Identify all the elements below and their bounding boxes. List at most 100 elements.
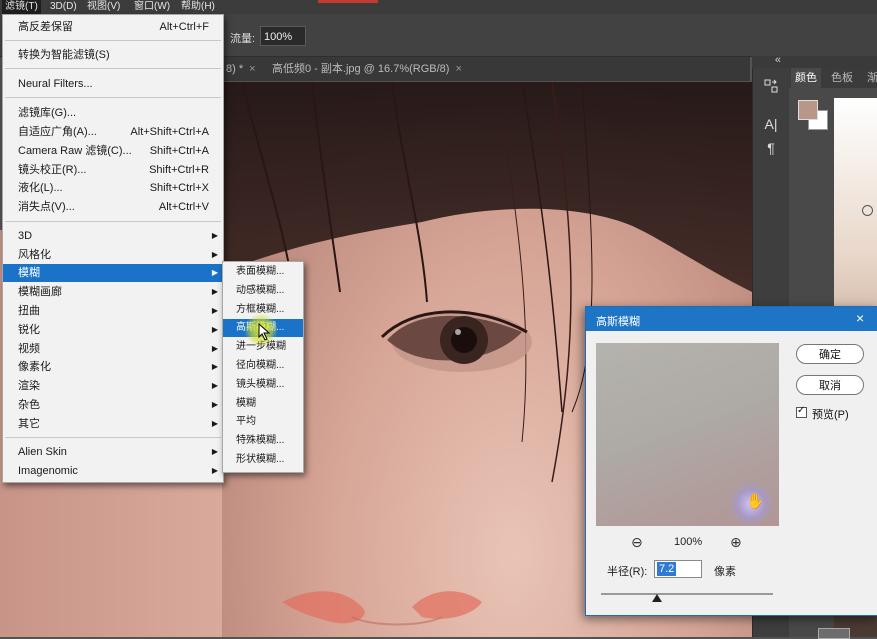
menu-item-alien-skin[interactable]: Alien Skin ▶ xyxy=(3,443,223,461)
submenu-item-shape-blur[interactable]: 形状模糊... xyxy=(223,451,303,469)
submenu-arrow-icon: ▶ xyxy=(211,344,218,353)
menu-item-label: 高反差保留 xyxy=(18,21,73,33)
submenu-item-label: 表面模糊... xyxy=(236,266,285,277)
submenu-arrow-icon: ▶ xyxy=(211,231,218,240)
history-icon[interactable] xyxy=(761,78,781,98)
submenu-item-label: 形状模糊... xyxy=(236,454,285,465)
menu-separator xyxy=(5,40,221,41)
menu-item-distort[interactable]: 扭曲 ▶ xyxy=(3,302,223,320)
submenu-item-label: 特殊模糊... xyxy=(236,435,285,446)
menu-item-adaptive-wide-angle[interactable]: 自适应广角(A)... Alt+Shift+Ctrl+A xyxy=(3,123,223,141)
menu-item-camera-raw[interactable]: Camera Raw 滤镜(C)... Shift+Ctrl+A xyxy=(3,142,223,160)
tab-gradient[interactable]: 渐 xyxy=(863,68,877,88)
gaussian-blur-dialog: 高斯模糊 × ✋ 确定 取消 预览(P) ⊖ 100% ⊕ 半径(R): 7.2… xyxy=(585,306,877,616)
radius-input[interactable]: 7.2 xyxy=(654,560,702,578)
panel-bottom-button[interactable] xyxy=(818,628,850,639)
foreground-color-swatch[interactable] xyxy=(798,100,818,120)
menu-item-other[interactable]: 其它 ▶ xyxy=(3,415,223,433)
menu-item-shortcut: Alt+Ctrl+V xyxy=(158,201,209,213)
submenu-item-smart-blur[interactable]: 特殊模糊... xyxy=(223,432,303,450)
submenu-item-lens-blur[interactable]: 镜头模糊... xyxy=(223,376,303,394)
menu-item-sharpen[interactable]: 锐化 ▶ xyxy=(3,321,223,339)
close-icon[interactable]: × xyxy=(455,63,461,75)
menu-item-vanishing-point[interactable]: 消失点(V)... Alt+Ctrl+V xyxy=(3,198,223,216)
tab-color[interactable]: 颜色 xyxy=(791,68,821,88)
menu-item-video[interactable]: 视频 ▶ xyxy=(3,340,223,358)
cancel-button[interactable]: 取消 xyxy=(796,375,864,395)
submenu-item-radial-blur[interactable]: 径向模糊... xyxy=(223,357,303,375)
menu-item-convert-smart-filter[interactable]: 转换为智能滤镜(S) xyxy=(3,46,223,64)
filter-menu: 高反差保留 Alt+Ctrl+F 转换为智能滤镜(S) Neural Filter… xyxy=(2,14,224,483)
collapse-icon[interactable]: « xyxy=(775,54,781,66)
tab-document-1[interactable]: 8) * × xyxy=(220,57,262,81)
zoom-level: 100% xyxy=(674,536,703,548)
menu-item-high-pass[interactable]: 高反差保留 Alt+Ctrl+F xyxy=(3,18,223,36)
menu-item-label: 锐化 xyxy=(18,324,40,336)
dialog-title: 高斯模糊 xyxy=(596,316,640,328)
menu-item-3d[interactable]: 3D ▶ xyxy=(3,227,223,245)
menu-item-filter-gallery[interactable]: 滤镜库(G)... xyxy=(3,104,223,122)
menu-filter[interactable]: 滤镜(T) xyxy=(2,0,41,14)
menu-view[interactable]: 视图(V) xyxy=(84,0,123,14)
menu-item-shortcut: Shift+Ctrl+X xyxy=(149,182,209,194)
radius-slider-thumb[interactable] xyxy=(652,594,662,602)
color-picker-marker[interactable] xyxy=(862,205,873,216)
submenu-arrow-icon: ▶ xyxy=(211,306,218,315)
blur-submenu: 表面模糊... 动感模糊... 方框模糊... 高斯模糊... 进一步模糊 径向… xyxy=(222,261,304,473)
close-icon[interactable]: × xyxy=(249,63,255,75)
submenu-item-label: 平均 xyxy=(236,416,256,427)
menu-bar: 滤镜(T) 3D(D) 视图(V) 窗口(W) 帮助(H) xyxy=(0,0,877,14)
submenu-arrow-icon: ▶ xyxy=(211,325,218,334)
submenu-arrow-icon: ▶ xyxy=(211,250,218,259)
panel-collapse-bar[interactable]: « xyxy=(752,54,877,68)
radius-slider[interactable] xyxy=(601,593,773,595)
menu-item-pixelate[interactable]: 像素化 ▶ xyxy=(3,358,223,376)
submenu-item-motion-blur[interactable]: 动感模糊... xyxy=(223,282,303,300)
menu-item-label: 自适应广角(A)... xyxy=(18,126,97,138)
submenu-item-average[interactable]: 平均 xyxy=(223,413,303,431)
menu-item-noise[interactable]: 杂色 ▶ xyxy=(3,396,223,414)
menu-item-label: 渲染 xyxy=(18,380,40,392)
radius-unit: 像素 xyxy=(714,566,736,578)
tab-document-2[interactable]: 高低频0 - 副本.jpg @ 16.7%(RGB/8) × xyxy=(266,57,468,81)
menu-item-blur[interactable]: 模糊 ▶ xyxy=(3,264,223,282)
zoom-out-icon[interactable]: ⊖ xyxy=(631,534,643,551)
menu-item-lens-correction[interactable]: 镜头校正(R)... Shift+Ctrl+R xyxy=(3,161,223,179)
menu-item-label: 扭曲 xyxy=(18,305,40,317)
menu-3d[interactable]: 3D(D) xyxy=(47,0,80,14)
pointer-cursor-icon xyxy=(258,323,271,341)
menu-item-label: Imagenomic xyxy=(18,465,78,477)
menu-item-label: 镜头校正(R)... xyxy=(18,164,87,176)
menu-item-imagenomic[interactable]: Imagenomic ▶ xyxy=(3,462,223,480)
submenu-item-blur[interactable]: 模糊 xyxy=(223,395,303,413)
submenu-item-surface-blur[interactable]: 表面模糊... xyxy=(223,263,303,281)
zoom-in-icon[interactable]: ⊕ xyxy=(730,534,742,551)
menu-item-neural-filters[interactable]: Neural Filters... xyxy=(3,75,223,93)
menu-window[interactable]: 窗口(W) xyxy=(131,0,173,14)
menu-help[interactable]: 帮助(H) xyxy=(178,0,218,14)
menu-item-blur-gallery[interactable]: 模糊画廊 ▶ xyxy=(3,283,223,301)
radius-label: 半径(R): xyxy=(607,566,648,578)
flow-label: 流量: xyxy=(230,33,256,45)
paragraph-icon[interactable]: ¶ xyxy=(761,138,781,158)
ok-button[interactable]: 确定 xyxy=(796,344,864,364)
menu-item-label: Neural Filters... xyxy=(18,78,93,90)
preview-checkbox[interactable] xyxy=(796,405,807,418)
menu-item-label: Alien Skin xyxy=(18,446,67,458)
menu-item-stylize[interactable]: 风格化 ▶ xyxy=(3,246,223,264)
menu-item-shortcut: Shift+Ctrl+R xyxy=(149,164,209,176)
menu-separator xyxy=(5,437,221,438)
menu-separator xyxy=(5,68,221,69)
menu-item-liquify[interactable]: 液化(L)... Shift+Ctrl+X xyxy=(3,179,223,197)
flow-input[interactable]: 100% xyxy=(260,26,306,46)
menu-item-render[interactable]: 渲染 ▶ xyxy=(3,377,223,395)
submenu-arrow-icon: ▶ xyxy=(211,419,218,428)
menu-item-label: 其它 xyxy=(18,418,40,430)
menu-item-label: 风格化 xyxy=(18,249,51,261)
menu-item-label: 3D xyxy=(18,230,33,242)
type-icon[interactable]: A| xyxy=(761,114,781,134)
close-icon[interactable]: × xyxy=(856,311,864,325)
history-icon-shape xyxy=(764,79,778,93)
tab-swatches[interactable]: 色板 xyxy=(827,68,857,88)
tab-label: 8) * xyxy=(226,63,244,75)
